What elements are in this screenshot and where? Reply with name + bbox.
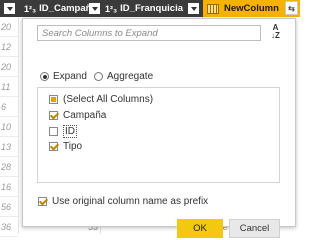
ok-button[interactable]: OK (177, 219, 223, 238)
list-item-label: Tipo (63, 141, 83, 152)
column-header-id-campana[interactable]: 1²₃ ID_Campaña (24, 0, 97, 17)
list-item-label: Campaña (63, 110, 107, 121)
list-item-tipo[interactable]: Tipo (49, 141, 82, 152)
table-type-icon (207, 3, 219, 14)
expand-column-icon[interactable]: ⇆ (285, 1, 298, 15)
cancel-button[interactable]: Cancel (229, 219, 280, 238)
cell-value: 20 (0, 57, 18, 77)
column-list: (Select All Columns) Campaña ID Tipo (37, 87, 280, 183)
list-item-campana[interactable]: Campaña (49, 110, 106, 121)
column-divider (18, 17, 19, 234)
aggregate-label: Aggregate (107, 71, 154, 82)
expand-radio-option[interactable]: Expand (40, 71, 87, 82)
aggregate-radio-option[interactable]: Aggregate (94, 71, 153, 82)
cell-value: 6 (0, 97, 18, 117)
list-item-label: (Select All Columns) (63, 94, 154, 105)
number-type-icon: 1²₃ (24, 3, 37, 14)
sort-az-icon[interactable]: A ↓Z (267, 24, 284, 41)
number-type-icon: 1²₃ (105, 3, 118, 14)
column-header-id-franquicia[interactable]: 1²₃ ID_Franquicia (105, 0, 183, 17)
expand-columns-dialog: A↓Z Expand Aggregate (Select All Columns… (22, 18, 296, 238)
cell-value: 28 (0, 157, 18, 177)
list-item-label: ID (63, 125, 77, 138)
checkbox-partial-icon[interactable] (49, 95, 58, 104)
cell-value: 13 (0, 137, 18, 157)
expand-label: Expand (53, 71, 87, 82)
radio-unselected-icon[interactable] (94, 72, 103, 81)
column-header-label: ID_Franquicia (120, 3, 183, 14)
checkbox-checked-icon[interactable] (49, 142, 58, 151)
checkbox-checked-icon[interactable] (38, 197, 47, 206)
cell-value: 16 (0, 177, 18, 197)
cell-value: 10 (0, 117, 18, 137)
column-filter-dropdown[interactable] (4, 3, 15, 14)
checkbox-unchecked-icon[interactable] (49, 127, 58, 136)
prefix-label: Use original column name as prefix (52, 196, 209, 207)
cell-value: 12 (0, 37, 18, 57)
column-filter-dropdown[interactable] (188, 3, 199, 14)
cell-value: 56 (0, 197, 18, 217)
checkbox-checked-icon[interactable] (49, 111, 58, 120)
cell-value: 20 (0, 17, 18, 37)
list-item-select-all[interactable]: (Select All Columns) (49, 94, 153, 105)
column-header-row: 1²₃ ID_Campaña 1²₃ ID_Franquicia NewColu… (0, 0, 300, 17)
list-item-id[interactable]: ID (49, 125, 77, 138)
radio-selected-icon[interactable] (40, 72, 49, 81)
cell-value: 11 (0, 77, 18, 97)
row-values-column: 20 12 20 11 6 10 13 28 16 56 36 (0, 17, 18, 237)
search-columns-input[interactable] (37, 25, 261, 41)
column-filter-dropdown[interactable] (89, 3, 100, 14)
prefix-option[interactable]: Use original column name as prefix (38, 196, 208, 207)
column-header-label: NewColumn (224, 3, 279, 14)
